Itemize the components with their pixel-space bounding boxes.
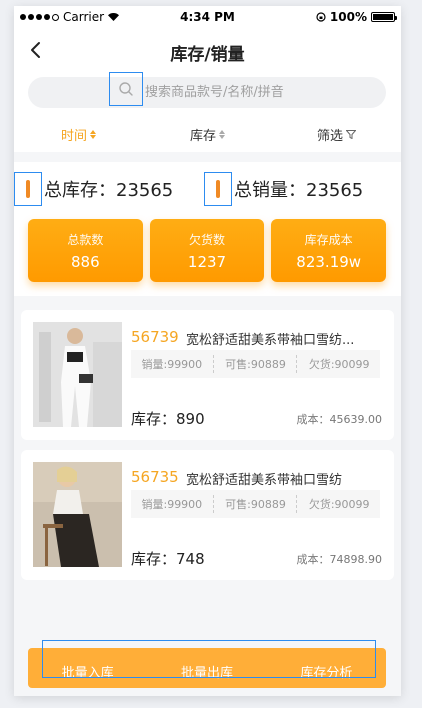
filter-stock-label: 库存 (189, 128, 216, 144)
card-owed[interactable]: 欠货数 1237 (149, 219, 265, 282)
battery-percent: 100% (329, 10, 367, 24)
stat-available: 可售:90889 (225, 498, 286, 511)
card-value: 886 (71, 252, 100, 271)
accent-bar (216, 180, 220, 198)
product-stats: 销量:99900 可售:90889 欠货:90099 (131, 350, 380, 378)
sort-icon (90, 129, 96, 139)
card-total-styles[interactable]: 总款数 886 (28, 219, 143, 282)
product-stock: 库存：748 (131, 550, 205, 568)
status-bar: Carrier 4:34 PM 100% (14, 6, 401, 28)
card-value: 1237 (187, 252, 227, 271)
search-input[interactable] (145, 77, 375, 108)
stat-owed: 欠货:90099 (308, 498, 370, 511)
product-name: 宽松舒适甜美系带袖口雪纺 (186, 473, 343, 488)
card-stock-cost[interactable]: 库存成本 823.19w (271, 219, 387, 282)
product-stock: 库存：890 (131, 410, 205, 428)
stat-sales: 销量:99900 (141, 498, 203, 511)
filter-time-label: 时间 (60, 128, 87, 144)
stat-available: 可售:90889 (225, 358, 286, 371)
product-code: 56735 (131, 468, 179, 486)
card-label: 欠货数 (189, 232, 226, 247)
total-sales-text: 总销量：23565 (234, 180, 364, 201)
list-item[interactable]: 56735 宽松舒适甜美系带袖口雪纺 销量:99900 可售:90889 欠货:… (21, 450, 394, 580)
total-stock-text: 总库存：23565 (44, 180, 174, 201)
batch-out-button[interactable]: 批量出库 (147, 656, 266, 681)
stock-analysis-button[interactable]: 库存分析 (267, 656, 386, 681)
product-image (33, 322, 122, 427)
product-name: 宽松舒适甜美系带袖口雪纺... (186, 333, 355, 348)
filter-more[interactable]: 筛选 (272, 116, 401, 152)
card-label: 库存成本 (304, 232, 353, 247)
summary-cards: 总款数 886 欠货数 1237 库存成本 823.19w (28, 219, 387, 282)
phone-screen: Carrier 4:34 PM 100% 库存/销量 时间 (14, 6, 401, 696)
total-sales: 总销量：23565 (204, 172, 363, 206)
nav-bar: 库存/销量 (14, 28, 401, 72)
search-icon[interactable] (109, 72, 143, 106)
search-area (14, 72, 401, 116)
battery-icon (371, 12, 397, 22)
filter-stock[interactable]: 库存 (143, 116, 272, 152)
status-right: 100% (316, 10, 397, 24)
filter-more-label: 筛选 (316, 128, 343, 144)
card-value: 823.19w (296, 252, 362, 271)
page-title: 库存/销量 (170, 45, 245, 65)
stat-sales: 销量:99900 (141, 358, 203, 371)
stat-owed: 欠货:90099 (308, 358, 370, 371)
product-code: 56739 (131, 328, 179, 346)
funnel-icon (346, 129, 356, 139)
batch-in-button[interactable]: 批量入库 (28, 656, 147, 681)
filter-time[interactable]: 时间 (14, 116, 143, 152)
totals-row: 总库存：23565 总销量：23565 (14, 172, 401, 208)
product-stats: 销量:99900 可售:90889 欠货:90099 (131, 490, 380, 518)
product-cost: 成本：74898.90 (296, 553, 383, 566)
list-item[interactable]: 56739 宽松舒适甜美系带袖口雪纺... 销量:99900 可售:90889 … (21, 310, 394, 440)
product-cost: 成本：45639.00 (296, 413, 383, 426)
summary-panel: 总库存：23565 总销量：23565 总款数 886 欠货数 1237 库存成… (14, 162, 401, 296)
bottom-action-bar: 批量入库 批量出库 库存分析 (28, 640, 386, 688)
filter-bar: 时间 库存 筛选 (14, 116, 401, 152)
orientation-lock-icon (316, 12, 326, 22)
product-image (33, 462, 122, 567)
marker-box (14, 172, 42, 206)
search-bar[interactable] (28, 72, 386, 108)
total-stock: 总库存：23565 (14, 172, 173, 206)
sort-icon (219, 129, 225, 139)
card-label: 总款数 (67, 232, 104, 247)
marker-box (204, 172, 232, 206)
accent-bar (26, 180, 30, 198)
